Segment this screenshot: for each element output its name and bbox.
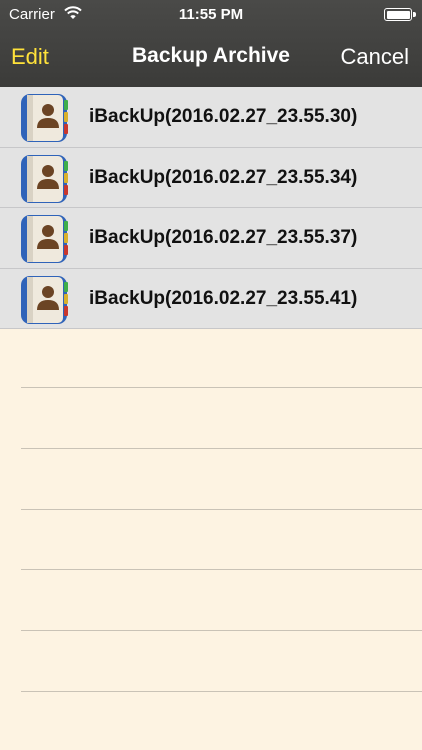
status-time: 11:55 PM <box>178 6 244 23</box>
backup-archive-screen: Carrier 11:55 PM Edit Backup Archive Can… <box>0 0 422 750</box>
status-bar: Carrier 11:55 PM <box>0 0 422 30</box>
backup-row[interactable]: iBackUp(2016.02.27_23.55.37) <box>0 208 422 269</box>
backup-label: iBackUp(2016.02.27_23.55.30) <box>89 106 358 127</box>
contacts-book-icon <box>21 94 68 142</box>
backup-list: iBackUp(2016.02.27_23.55.30) iBackUp(201… <box>0 87 422 329</box>
contacts-book-icon <box>21 275 68 324</box>
ruled-line <box>21 569 422 570</box>
cancel-button[interactable]: Cancel <box>341 44 409 70</box>
contacts-book-icon <box>21 154 68 203</box>
ruled-line <box>21 448 422 449</box>
ruled-line <box>21 387 422 388</box>
ruled-line <box>21 630 422 631</box>
ruled-line <box>21 691 422 692</box>
backup-label: iBackUp(2016.02.27_23.55.41) <box>89 287 358 309</box>
backup-row[interactable]: iBackUp(2016.02.27_23.55.34) <box>0 147 422 208</box>
backup-row[interactable]: iBackUp(2016.02.27_23.55.41) <box>0 268 422 329</box>
top-bar: Carrier 11:55 PM Edit Backup Archive Can… <box>0 0 422 87</box>
ruled-paper-area <box>0 329 422 750</box>
ruled-line <box>21 509 422 510</box>
backup-label: iBackUp(2016.02.27_23.55.37) <box>89 227 358 248</box>
backup-row[interactable]: iBackUp(2016.02.27_23.55.30) <box>0 87 422 148</box>
navigation-bar: Edit Backup Archive Cancel <box>0 30 422 87</box>
contacts-book-icon <box>21 215 68 263</box>
backup-label: iBackUp(2016.02.27_23.55.34) <box>89 166 358 188</box>
battery-icon <box>384 8 416 21</box>
